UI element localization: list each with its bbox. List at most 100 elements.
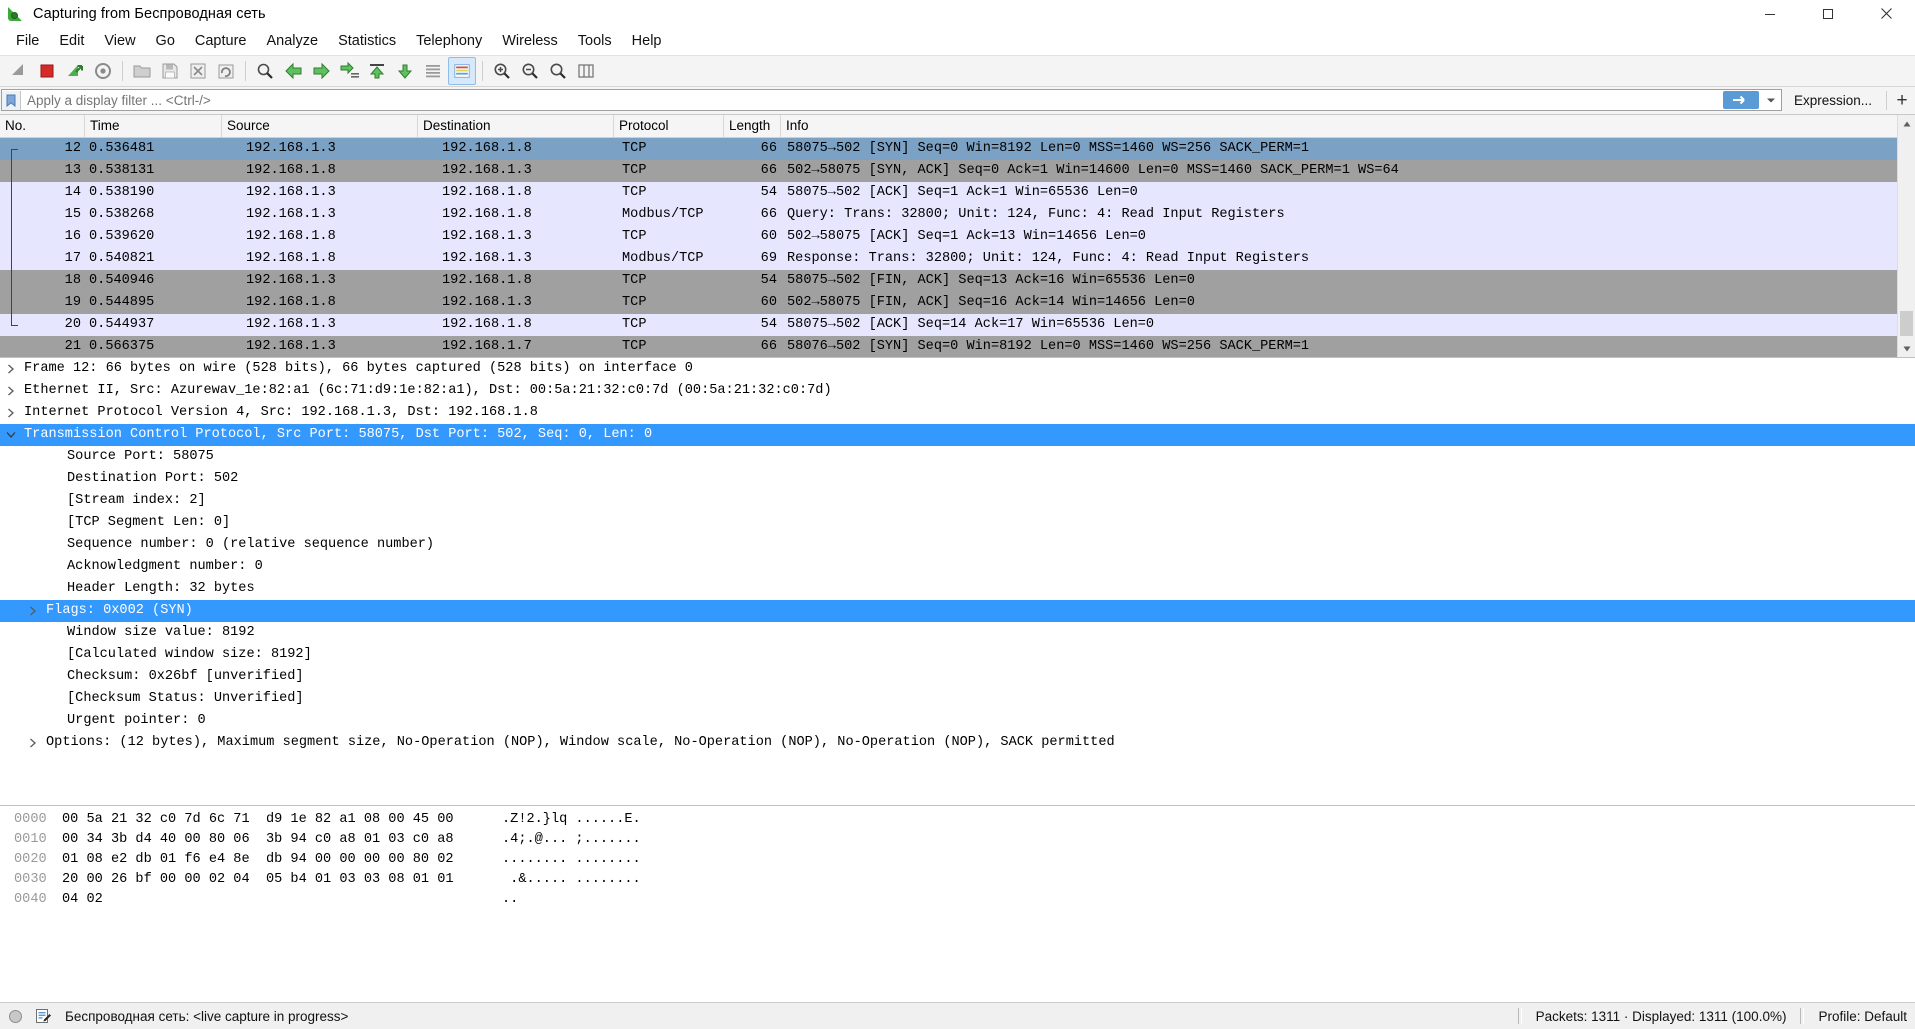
packet-list-pane[interactable]: No. Time Source Destination Protocol Len… [0, 115, 1915, 357]
hex-dump-line[interactable]: 003020 00 26 bf 00 00 02 04 05 b4 01 03 … [0, 870, 1915, 890]
protocol-tree-item[interactable]: Ethernet II, Src: Azurewav_1e:82:a1 (6c:… [0, 380, 1915, 402]
reload-file-icon[interactable] [213, 58, 239, 84]
go-forward-icon[interactable] [308, 58, 334, 84]
go-to-first-packet-icon[interactable] [364, 58, 390, 84]
menu-statistics[interactable]: Statistics [328, 30, 406, 52]
table-row[interactable]: 140.538190192.168.1.3192.168.1.8TCP54580… [0, 182, 1915, 204]
protocol-tree-item[interactable]: [TCP Segment Len: 0] [0, 512, 1915, 534]
protocol-tree-item[interactable]: Header Length: 32 bytes [0, 578, 1915, 600]
hex-dump-line[interactable]: 001000 34 3b d4 40 00 80 06 3b 94 c0 a8 … [0, 830, 1915, 850]
scrollbar-track[interactable] [1898, 132, 1915, 340]
table-row[interactable]: 200.544937192.168.1.3192.168.1.8TCP54580… [0, 314, 1915, 336]
scroll-down-icon[interactable] [1898, 340, 1915, 357]
go-to-packet-icon[interactable] [336, 58, 362, 84]
protocol-tree-item[interactable]: Sequence number: 0 (relative sequence nu… [0, 534, 1915, 556]
display-filter-input[interactable] [21, 90, 1723, 110]
chevron-right-icon[interactable] [0, 364, 22, 374]
table-row[interactable]: 170.540821192.168.1.8192.168.1.3Modbus/T… [0, 248, 1915, 270]
menu-go[interactable]: Go [146, 30, 185, 52]
protocol-tree-item[interactable]: Window size value: 8192 [0, 622, 1915, 644]
table-row[interactable]: 180.540946192.168.1.3192.168.1.8TCP54580… [0, 270, 1915, 292]
maximize-button[interactable] [1799, 0, 1857, 27]
colorize-icon[interactable] [448, 57, 476, 85]
protocol-tree-item[interactable]: Options: (12 bytes), Maximum segment siz… [0, 732, 1915, 754]
chevron-right-icon[interactable] [0, 386, 22, 396]
packet-bytes-pane[interactable]: 000000 5a 21 32 c0 7d 6c 71 d9 1e 82 a1 … [0, 805, 1915, 1002]
protocol-tree-item[interactable]: [Calculated window size: 8192] [0, 644, 1915, 666]
start-capture-icon[interactable] [6, 58, 32, 84]
menu-wireless[interactable]: Wireless [492, 30, 568, 52]
column-header-protocol[interactable]: Protocol [614, 115, 724, 137]
capture-options-icon[interactable] [90, 58, 116, 84]
column-header-source[interactable]: Source [222, 115, 418, 137]
protocol-tree-item[interactable]: Transmission Control Protocol, Src Port:… [0, 424, 1915, 446]
protocol-tree-item[interactable]: Frame 12: 66 bytes on wire (528 bits), 6… [0, 358, 1915, 380]
menu-telephony[interactable]: Telephony [406, 30, 492, 52]
resize-columns-icon[interactable] [573, 58, 599, 84]
menu-view[interactable]: View [94, 30, 145, 52]
normal-size-icon[interactable] [545, 58, 571, 84]
apply-filter-button[interactable] [1723, 91, 1759, 109]
scrollbar-thumb[interactable] [1900, 311, 1913, 336]
chevron-right-icon[interactable] [0, 408, 22, 418]
scroll-up-icon[interactable] [1898, 115, 1915, 132]
table-row[interactable]: 210.566375192.168.1.3192.168.1.7TCP66580… [0, 336, 1915, 357]
column-header-destination[interactable]: Destination [418, 115, 614, 137]
close-file-icon[interactable] [185, 58, 211, 84]
capture-status-circle-icon[interactable] [8, 1009, 23, 1024]
protocol-tree-item[interactable]: [Stream index: 2] [0, 490, 1915, 512]
table-row[interactable]: 160.539620192.168.1.8192.168.1.3TCP60502… [0, 226, 1915, 248]
go-to-last-packet-icon[interactable] [392, 58, 418, 84]
hex-dump-line[interactable]: 004004 02.. [0, 890, 1915, 910]
protocol-tree-item[interactable]: Internet Protocol Version 4, Src: 192.16… [0, 402, 1915, 424]
display-filter-field[interactable] [1, 89, 1782, 111]
hex-dump-line[interactable]: 002001 08 e2 db 01 f6 e4 8e db 94 00 00 … [0, 850, 1915, 870]
packet-details-pane[interactable]: Frame 12: 66 bytes on wire (528 bits), 6… [0, 357, 1915, 805]
cell-protocol: TCP [614, 270, 724, 292]
find-packet-icon[interactable] [252, 58, 278, 84]
profile-group[interactable]: Profile: Default [1786, 1008, 1915, 1024]
column-header-time[interactable]: Time [85, 115, 222, 137]
table-row[interactable]: 190.544895192.168.1.8192.168.1.3TCP60502… [0, 292, 1915, 314]
table-row[interactable]: 150.538268192.168.1.3192.168.1.8Modbus/T… [0, 204, 1915, 226]
protocol-tree-item[interactable]: [Checksum Status: Unverified] [0, 688, 1915, 710]
zoom-in-icon[interactable] [489, 58, 515, 84]
table-row[interactable]: 120.536481192.168.1.3192.168.1.8TCP66580… [0, 138, 1915, 160]
profile-label[interactable]: Profile: Default [1818, 1009, 1907, 1024]
menu-edit[interactable]: Edit [49, 30, 94, 52]
capture-file-properties-icon[interactable] [35, 1008, 51, 1024]
hex-dump-line[interactable]: 000000 5a 21 32 c0 7d 6c 71 d9 1e 82 a1 … [0, 810, 1915, 830]
chevron-down-icon[interactable] [0, 431, 22, 439]
protocol-tree-item[interactable]: Acknowledgment number: 0 [0, 556, 1915, 578]
go-back-icon[interactable] [280, 58, 306, 84]
auto-scroll-icon[interactable] [420, 58, 446, 84]
packet-list-scrollbar[interactable] [1897, 115, 1915, 357]
table-row[interactable]: 130.538131192.168.1.8192.168.1.3TCP66502… [0, 160, 1915, 182]
column-header-info[interactable]: Info [781, 115, 1915, 137]
menu-capture[interactable]: Capture [185, 30, 257, 52]
close-button[interactable] [1857, 0, 1915, 27]
restart-capture-icon[interactable] [62, 58, 88, 84]
zoom-out-icon[interactable] [517, 58, 543, 84]
menu-tools[interactable]: Tools [568, 30, 622, 52]
column-header-length[interactable]: Length [724, 115, 781, 137]
menu-analyze[interactable]: Analyze [256, 30, 328, 52]
protocol-tree-item[interactable]: Urgent pointer: 0 [0, 710, 1915, 732]
protocol-tree-item[interactable]: Checksum: 0x26bf [unverified] [0, 666, 1915, 688]
protocol-tree-item[interactable]: Source Port: 58075 [0, 446, 1915, 468]
stop-capture-icon[interactable] [34, 58, 60, 84]
chevron-right-icon[interactable] [22, 738, 44, 748]
bookmark-icon[interactable] [2, 91, 21, 110]
menu-help[interactable]: Help [622, 30, 672, 52]
chevron-right-icon[interactable] [22, 606, 44, 616]
column-header-no[interactable]: No. [0, 115, 85, 137]
chevron-down-icon[interactable] [1761, 91, 1781, 110]
menu-file[interactable]: File [6, 30, 49, 52]
protocol-tree-item[interactable]: Destination Port: 502 [0, 468, 1915, 490]
expression-button[interactable]: Expression... [1782, 88, 1884, 113]
protocol-tree-item[interactable]: Flags: 0x002 (SYN) [0, 600, 1915, 622]
add-filter-button[interactable]: + [1889, 88, 1915, 113]
open-file-icon[interactable] [129, 58, 155, 84]
save-file-icon[interactable] [157, 58, 183, 84]
minimize-button[interactable] [1741, 0, 1799, 27]
